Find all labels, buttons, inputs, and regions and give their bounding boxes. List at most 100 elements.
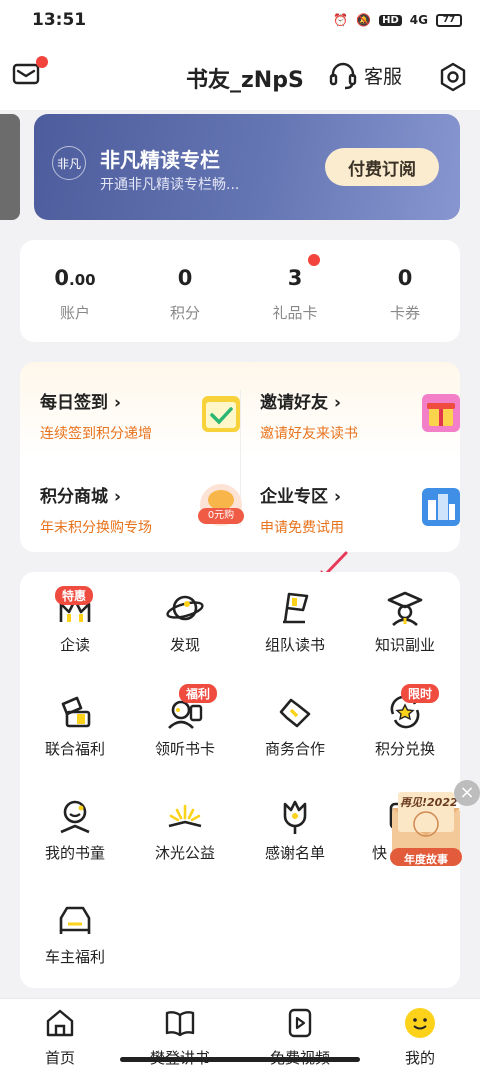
grid-label: 企读: [59, 636, 90, 654]
grid-label: 沐光公益: [154, 844, 215, 862]
stat-points[interactable]: 0 积分: [130, 240, 240, 342]
headset-icon: [329, 62, 357, 90]
task-title: 邀请好友: [260, 393, 328, 413]
grid-item-car-owner-welfare[interactable]: 车主福利: [20, 884, 130, 984]
status-bar: 13:51 ⏰ 🔕 HD 4G 77: [0, 0, 480, 40]
task-title: 每日签到: [40, 393, 108, 413]
stat-gift-card[interactable]: 3 礼品卡: [240, 240, 350, 342]
customer-service-button[interactable]: 客服: [328, 60, 402, 90]
chevron-right-icon: ›: [114, 487, 122, 507]
stat-coupons[interactable]: 0 卡券: [350, 240, 460, 342]
grid-item-discover[interactable]: 发现: [130, 572, 240, 672]
stat-value: 0: [177, 266, 193, 290]
account-stats: 0.00 账户 0 积分 3 礼品卡 0 卡券: [20, 240, 460, 342]
grid-label: 知识副业: [374, 636, 435, 654]
settings-button[interactable]: [438, 62, 468, 92]
grid-item-business-cooperation[interactable]: 商务合作: [240, 676, 350, 776]
banner-subtitle: 开通非凡精读专栏畅...: [100, 177, 240, 193]
status-time: 13:51: [32, 10, 87, 30]
nav-home[interactable]: 首页: [0, 999, 120, 1067]
premium-column-banner[interactable]: 非凡 非凡精读专栏 开通非凡精读专栏畅... 付费订阅: [34, 114, 460, 220]
settings-icon: [440, 62, 466, 92]
grid-label: 我的书童: [44, 844, 105, 862]
close-icon[interactable]: ×: [454, 780, 480, 806]
points-mall[interactable]: 积分商城 › 年末积分换购专场 0元购: [40, 482, 244, 552]
smile-face-icon: [405, 1008, 435, 1038]
signal-icon: 4G: [409, 13, 428, 27]
book-open-icon: [165, 1011, 195, 1037]
nav-label: 我的: [404, 1049, 435, 1067]
gift-box-icon: [61, 696, 91, 728]
badge: 福利: [179, 684, 218, 703]
battery-icon: 77: [436, 13, 462, 27]
mail-icon: [12, 63, 40, 85]
flower-icon: [283, 800, 307, 834]
grid-item-audio-card[interactable]: 福利 领听书卡: [130, 676, 240, 776]
handshake-icon: [279, 698, 311, 728]
grid-item-joint-welfare[interactable]: 联合福利: [20, 676, 130, 776]
previous-banner-peek[interactable]: [0, 114, 20, 220]
stat-value: 0: [397, 266, 413, 290]
task-title: 积分商城: [40, 487, 108, 507]
car-icon: [59, 906, 91, 934]
grid-label: 感谢名单: [264, 844, 325, 862]
invite-friends[interactable]: 邀请好友 › 邀请好友来读书: [260, 388, 460, 458]
badge: 特惠: [55, 586, 94, 605]
subscribe-button[interactable]: 付费订阅: [325, 148, 439, 186]
banner-logo: 非凡: [52, 146, 86, 180]
customer-service-label: 客服: [364, 65, 403, 88]
grid-label: 领听书卡: [154, 740, 215, 758]
grid-label: 联合福利: [44, 740, 105, 758]
grid-item-enterprise-read[interactable]: 特惠 企读: [20, 572, 130, 672]
badge: 限时: [401, 684, 440, 703]
stat-value-decimal: .00: [69, 271, 96, 289]
grid-item-points-exchange[interactable]: 限时 积分兑换: [350, 676, 460, 776]
promo-top-text: 再见!2022: [400, 796, 458, 809]
stat-value: 3: [287, 266, 303, 290]
calendar-check-icon: [202, 396, 240, 432]
grid-label: 发现: [169, 636, 200, 654]
graduate-icon: [387, 591, 423, 626]
banner-title: 非凡精读专栏: [100, 148, 220, 172]
stat-label: 积分: [169, 304, 200, 322]
chevron-right-icon: ›: [334, 393, 342, 413]
grid-item-knowledge-sidejob[interactable]: 知识副业: [350, 572, 460, 672]
nav-mine[interactable]: 我的: [360, 999, 480, 1067]
alarm-icon: ⏰: [333, 13, 349, 27]
user-nickname: 书友_zNpS: [186, 68, 304, 93]
grid-label: 积分兑换: [374, 740, 435, 758]
header: 书友_zNpS 客服: [0, 40, 480, 110]
promo-bottom-text: 年度故事: [404, 853, 448, 866]
video-icon: [288, 1008, 312, 1038]
coin-badge-icon: 0元购: [198, 484, 244, 526]
stat-account[interactable]: 0.00 账户: [20, 240, 130, 342]
planet-icon: [166, 595, 204, 621]
home-icon: [46, 1009, 74, 1037]
grid-item-team-reading[interactable]: 组队读书: [240, 572, 350, 672]
flag-icon: [283, 592, 309, 624]
stat-label: 礼品卡: [272, 304, 318, 322]
grid-item-book-boy[interactable]: 我的书童: [20, 780, 130, 880]
stat-value: 0: [54, 266, 70, 290]
message-button[interactable]: [12, 56, 48, 90]
grid-item-muguang-charity[interactable]: 沐光公益: [130, 780, 240, 880]
chevron-right-icon: ›: [114, 393, 122, 413]
notification-dot: [308, 254, 320, 266]
book-boy-icon: [60, 800, 90, 834]
coin-badge-text: 0元购: [198, 508, 244, 524]
feature-grid: 特惠 企读 发现 组队读书 知识副业 联合福利 福利 领听书卡 商务合作 限时 …: [20, 572, 460, 988]
daily-checkin[interactable]: 每日签到 › 连续签到积分递增: [40, 388, 240, 458]
year-story-promo[interactable]: 再见!2022 年度故事: [388, 788, 464, 870]
building-icon: [422, 488, 460, 526]
enterprise-zone[interactable]: 企业专区 › 申请免费试用: [260, 482, 460, 552]
nav-label: 首页: [44, 1049, 75, 1067]
task-title: 企业专区: [260, 487, 328, 507]
grid-label: 车主福利: [44, 948, 105, 966]
mute-icon: 🔕: [356, 13, 372, 27]
grid-item-thanks-list[interactable]: 感谢名单: [240, 780, 350, 880]
status-icons: ⏰ 🔕 HD 4G 77: [333, 13, 462, 27]
hd-icon: HD: [379, 14, 402, 26]
chevron-right-icon: ›: [334, 487, 342, 507]
stat-label: 账户: [59, 304, 90, 322]
gift-icon: [422, 394, 460, 432]
